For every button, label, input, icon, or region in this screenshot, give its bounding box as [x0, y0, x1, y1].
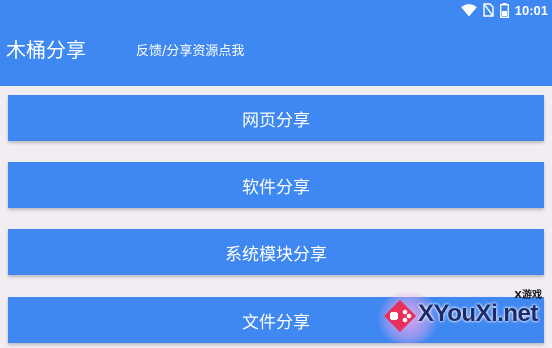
app-title: 木桶分享 — [6, 38, 86, 62]
no-sim-icon — [483, 3, 494, 17]
app-bar: 10:01 木桶分享 反馈/分享资源点我 — [0, 0, 552, 86]
status-bar: 10:01 — [460, 0, 552, 20]
watermark-small-text: X游戏 — [514, 290, 542, 301]
watermark: X游戏 XYouXi.net — [370, 286, 548, 346]
software-share-button[interactable]: 软件分享 — [8, 162, 544, 208]
battery-icon — [499, 2, 509, 18]
watermark-text: XYouXi.net — [418, 300, 538, 327]
status-time: 10:01 — [514, 2, 548, 18]
system-module-share-button[interactable]: 系统模块分享 — [8, 229, 544, 275]
gamepad-logo-icon — [382, 298, 418, 334]
wifi-icon — [460, 3, 477, 17]
feedback-link[interactable]: 反馈/分享资源点我 — [136, 43, 244, 61]
web-share-button[interactable]: 网页分享 — [8, 95, 544, 141]
